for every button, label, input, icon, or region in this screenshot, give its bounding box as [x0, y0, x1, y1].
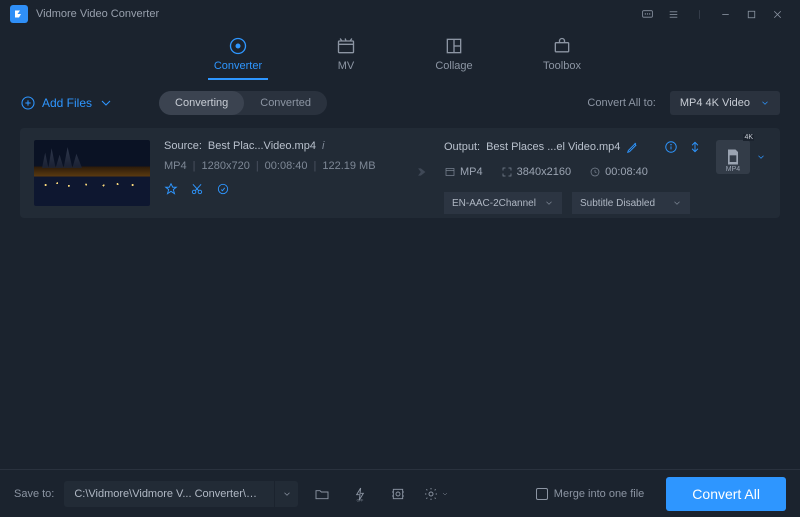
source-format: MP4 [164, 160, 187, 172]
main-tabs: Converter MV Collage Toolbox [0, 28, 800, 84]
source-resolution: 1280x720 [193, 160, 250, 172]
enhance-icon[interactable] [216, 182, 230, 196]
thumbnail[interactable] [34, 140, 150, 206]
item-list: Source: Best Plac...Video.mp4 i MP4 1280… [0, 122, 800, 218]
checkbox-box [536, 488, 548, 500]
merge-checkbox[interactable]: Merge into one file [536, 488, 645, 500]
output-filename: Best Places ...el Video.mp4 [486, 141, 620, 153]
feedback-icon[interactable] [634, 3, 660, 25]
chevron-down-icon [756, 152, 766, 162]
divider [686, 3, 712, 25]
edit-icon[interactable] [164, 182, 178, 196]
save-path-select[interactable]: C:\Vidmore\Vidmore V... Converter\Conver… [64, 481, 298, 507]
chevron-down-icon [760, 98, 770, 108]
format-badge-quality: 4K [743, 134, 754, 141]
format-icon [444, 166, 456, 178]
tab-toolbox[interactable]: Toolbox [532, 36, 592, 80]
output-format: MP4 [460, 166, 483, 178]
rename-icon[interactable] [626, 140, 640, 154]
save-path-dropdown[interactable] [274, 481, 298, 507]
convert-all-to-label: Convert All to: [587, 97, 655, 109]
close-button[interactable] [764, 3, 790, 25]
tab-label: Converter [214, 60, 262, 72]
svg-text:OFF: OFF [357, 498, 364, 502]
source-filename: Best Plac...Video.mp4 [208, 140, 316, 152]
subtitle-value: Subtitle Disabled [580, 198, 655, 209]
output-duration: 00:08:40 [605, 166, 648, 178]
output-label: Output: [444, 141, 480, 153]
info-icon[interactable]: i [322, 140, 324, 152]
open-folder-button[interactable] [308, 481, 336, 507]
source-size: 122.19 MB [314, 160, 376, 172]
chevron-down-icon [544, 198, 554, 208]
cut-icon[interactable] [190, 182, 204, 196]
resolution-icon [501, 166, 513, 178]
convert-all-to-value: MP4 4K Video [680, 97, 750, 109]
minimize-button[interactable] [712, 3, 738, 25]
audio-track-select[interactable]: EN-AAC-2Channel [444, 192, 562, 214]
add-files-button[interactable]: Add Files [20, 95, 114, 111]
tab-label: Collage [435, 60, 472, 72]
convert-all-to-select[interactable]: MP4 4K Video [670, 91, 780, 115]
convert-all-button[interactable]: Convert All [666, 477, 786, 511]
audio-track-value: EN-AAC-2Channel [452, 198, 536, 209]
app-title: Vidmore Video Converter [36, 8, 159, 20]
high-speed-button[interactable] [384, 481, 412, 507]
compress-icon[interactable] [688, 140, 702, 154]
tab-label: MV [338, 60, 355, 72]
source-duration: 00:08:40 [256, 160, 308, 172]
info-circle-icon[interactable] [664, 140, 678, 154]
save-to-label: Save to: [14, 488, 54, 500]
app-logo [10, 5, 28, 23]
toolbar: Add Files Converting Converted Convert A… [0, 84, 800, 122]
maximize-button[interactable] [738, 3, 764, 25]
output-meta: MP4 3840x2160 00:08:40 [444, 166, 702, 178]
subtitle-select[interactable]: Subtitle Disabled [572, 192, 690, 214]
output-column: Output: Best Places ...el Video.mp4 MP4 … [444, 140, 702, 214]
format-badge: 4K MP4 [716, 140, 750, 174]
tab-converter[interactable]: Converter [208, 36, 268, 80]
seg-converted[interactable]: Converted [244, 91, 327, 115]
convert-status-segment: Converting Converted [159, 91, 327, 115]
tab-collage[interactable]: Collage [424, 36, 484, 80]
tab-mv[interactable]: MV [316, 36, 376, 80]
merge-label: Merge into one file [554, 488, 645, 500]
arrow-icon [408, 161, 430, 186]
item-actions [164, 182, 394, 196]
add-files-label: Add Files [42, 96, 92, 110]
hardware-accel-button[interactable]: OFF [346, 481, 374, 507]
bottom-bar: Save to: C:\Vidmore\Vidmore V... Convert… [0, 469, 800, 517]
source-label: Source: [164, 140, 202, 152]
format-badge-label: MP4 [726, 166, 740, 173]
seg-converting[interactable]: Converting [159, 91, 244, 115]
tab-label: Toolbox [543, 60, 581, 72]
save-path-value: C:\Vidmore\Vidmore V... Converter\Conver… [64, 488, 274, 500]
menu-icon[interactable] [660, 3, 686, 25]
output-format-picker[interactable]: 4K MP4 [716, 140, 766, 174]
settings-button[interactable] [422, 481, 450, 507]
chevron-down-icon [98, 95, 114, 111]
clock-icon [589, 166, 601, 178]
title-bar: Vidmore Video Converter [0, 0, 800, 28]
output-resolution: 3840x2160 [517, 166, 571, 178]
item-row: Source: Best Plac...Video.mp4 i MP4 1280… [20, 128, 780, 218]
source-meta: MP4 1280x720 00:08:40 122.19 MB [164, 160, 394, 172]
source-column: Source: Best Plac...Video.mp4 i MP4 1280… [164, 140, 394, 196]
chevron-down-icon [672, 198, 682, 208]
